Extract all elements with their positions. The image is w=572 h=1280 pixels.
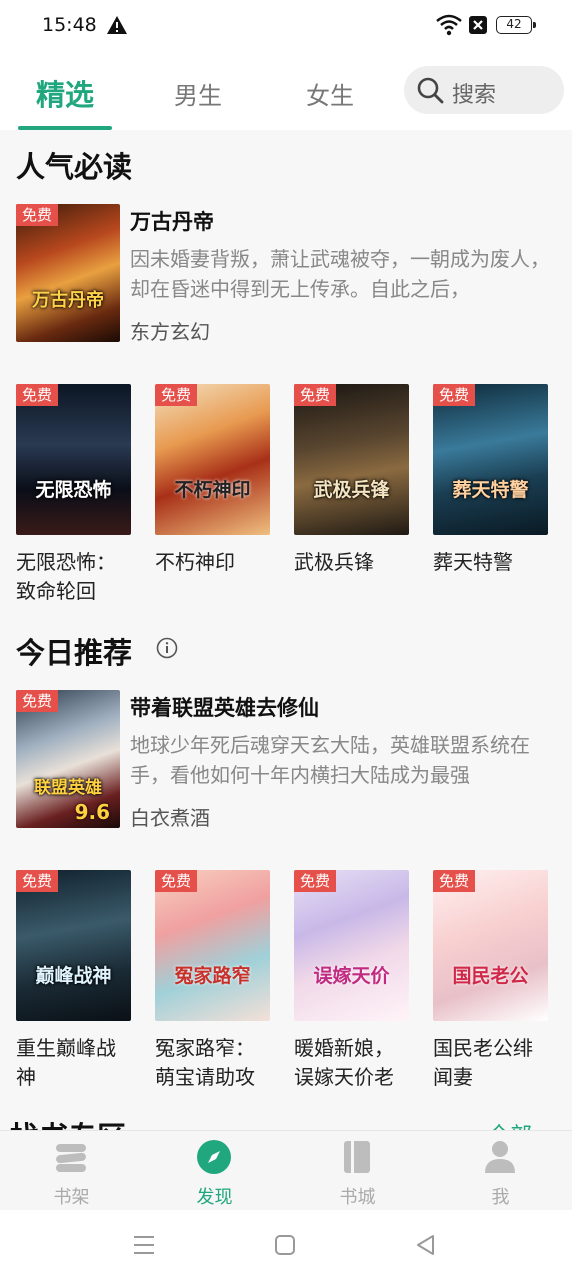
cover-title-text: 无限恐怖 (35, 478, 112, 501)
book-title[interactable]: 不朽神印 (155, 548, 273, 577)
compass-icon (197, 1140, 231, 1174)
book-cover[interactable]: 误嫁天价 免费 (294, 870, 409, 1021)
battery-indicator: 42 (496, 16, 536, 34)
cover-title-text: 冤家路窄 (174, 964, 251, 987)
book-icon (344, 1141, 370, 1173)
featured-book-description: 因未婚妻背叛，萧让武魂被夺，一朝成为废人，却在昏迷中得到无上传承。自此之后， (130, 247, 550, 301)
book-title[interactable]: 国民老公绯闻妻 (433, 1034, 551, 1092)
book-cover[interactable]: 联盟英雄 9.6 免费 (16, 690, 120, 828)
person-icon (485, 1141, 515, 1173)
free-badge: 免费 (433, 870, 476, 892)
free-badge: 免费 (16, 204, 59, 226)
section-title-today: 今日推荐 (16, 636, 133, 670)
nav-discover[interactable]: 发现 (143, 1131, 286, 1211)
book-cover[interactable]: 不朽神印 免费 (155, 384, 270, 535)
discover-content[interactable]: 人气必读 万古丹帝 免费 万古丹帝 因未婚妻背叛，萧让武魂被夺，一朝成为废人，却… (0, 130, 572, 1130)
system-navigation-bar (0, 1210, 572, 1280)
nav-bookstore[interactable]: 书城 (286, 1131, 429, 1211)
book-title[interactable]: 暖婚新娘，误嫁天价老 (294, 1034, 412, 1092)
featured-book-title[interactable]: 带着联盟英雄去修仙 (130, 692, 319, 722)
wifi-icon (436, 14, 462, 36)
book-cover[interactable]: 武极兵锋 免费 (294, 384, 409, 535)
section-title-find-books: 找书专区 (10, 1114, 126, 1130)
nav-label: 我 (491, 1187, 510, 1208)
book-title[interactable]: 武极兵锋 (294, 548, 412, 577)
cover-title-text: 不朽神印 (174, 478, 251, 501)
menu-icon[interactable] (131, 1232, 157, 1258)
featured-book-category: 东方玄幻 (130, 320, 210, 344)
cover-title-text: 万古丹帝 (32, 289, 104, 311)
book-cover[interactable]: 冤家路窄 免费 (155, 870, 270, 1021)
info-icon[interactable] (156, 637, 178, 659)
free-badge: 免费 (155, 870, 198, 892)
free-badge: 免费 (155, 384, 198, 406)
book-cover[interactable]: 巅峰战神 免费 (16, 870, 131, 1021)
nav-bookshelf[interactable]: 书架 (0, 1131, 143, 1211)
tab-featured[interactable]: 精选 (36, 72, 94, 114)
category-tabs: 精选 男生 女生 搜索 (0, 52, 572, 130)
bookshelf-icon (56, 1144, 86, 1172)
cover-score: 9.6 (74, 800, 110, 824)
tab-female[interactable]: 女生 (306, 76, 354, 111)
tab-male[interactable]: 男生 (174, 76, 222, 111)
nav-label: 书城 (339, 1187, 376, 1208)
book-cover[interactable]: 国民老公 免费 (433, 870, 548, 1021)
cover-title-text: 国民老公 (452, 964, 529, 987)
section-title-popular: 人气必读 (16, 150, 133, 184)
book-cover[interactable]: 万古丹帝 免费 (16, 204, 120, 342)
cover-title-text: 葬天特警 (452, 478, 529, 501)
book-cover[interactable]: 无限恐怖 免费 (16, 384, 131, 535)
free-badge: 免费 (294, 870, 337, 892)
free-badge: 免费 (16, 384, 59, 406)
home-icon[interactable] (272, 1232, 298, 1258)
search-icon (417, 77, 444, 104)
no-sim-icon (469, 16, 487, 34)
book-title[interactable]: 重生巅峰战神 (16, 1034, 134, 1092)
back-icon[interactable] (413, 1232, 439, 1258)
featured-book-author: 白衣煮酒 (130, 806, 210, 830)
free-badge: 免费 (294, 384, 337, 406)
cover-title-text: 联盟英雄 (34, 777, 102, 798)
search-placeholder: 搜索 (452, 83, 497, 108)
free-badge: 免费 (433, 384, 476, 406)
bottom-navigation: 书架 发现 书城 我 (0, 1130, 572, 1210)
cover-title-text: 巅峰战神 (35, 964, 112, 987)
search-box[interactable]: 搜索 (404, 66, 564, 114)
book-title[interactable]: 冤家路窄：萌宝请助攻 (155, 1034, 273, 1092)
book-cover[interactable]: 葬天特警 免费 (433, 384, 548, 535)
cover-title-text: 武极兵锋 (313, 478, 390, 501)
status-bar: 15:48 42 (0, 0, 572, 52)
cover-title-text: 误嫁天价 (313, 964, 390, 987)
see-all-link[interactable]: 全部 (488, 1118, 532, 1130)
status-time: 15:48 (42, 14, 97, 36)
featured-book-description: 地球少年死后魂穿天玄大陆，英雄联盟系统在手，看他如何十年内横扫大陆成为最强 (130, 733, 530, 787)
book-title[interactable]: 葬天特警 (433, 548, 551, 577)
nav-label: 发现 (196, 1187, 233, 1208)
book-title[interactable]: 无限恐怖：致命轮回 (16, 548, 134, 606)
nav-profile[interactable]: 我 (429, 1131, 572, 1211)
free-badge: 免费 (16, 690, 59, 712)
featured-book-title[interactable]: 万古丹帝 (130, 206, 214, 236)
nav-label: 书架 (53, 1187, 90, 1208)
warning-icon (107, 16, 127, 34)
free-badge: 免费 (16, 870, 59, 892)
